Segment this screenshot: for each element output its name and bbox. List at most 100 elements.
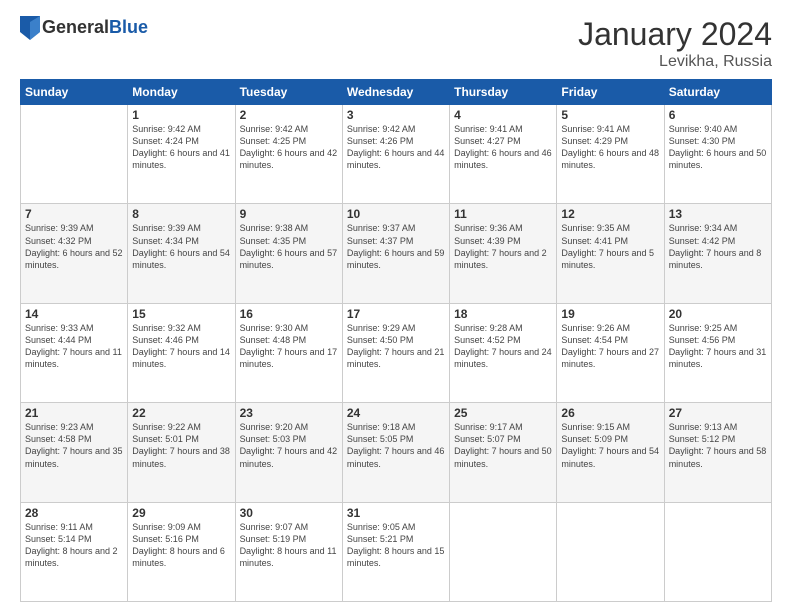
day-number: 18: [454, 307, 552, 321]
day-info: Sunrise: 9:39 AM Sunset: 4:32 PM Dayligh…: [25, 222, 123, 271]
day-info: Sunrise: 9:20 AM Sunset: 5:03 PM Dayligh…: [240, 421, 338, 470]
day-info: Sunrise: 9:13 AM Sunset: 5:12 PM Dayligh…: [669, 421, 767, 470]
col-wednesday: Wednesday: [342, 80, 449, 105]
day-number: 21: [25, 406, 123, 420]
month-title: January 2024: [578, 16, 772, 53]
calendar-cell: 9Sunrise: 9:38 AM Sunset: 4:35 PM Daylig…: [235, 204, 342, 303]
calendar-cell: [557, 502, 664, 601]
day-number: 2: [240, 108, 338, 122]
day-info: Sunrise: 9:05 AM Sunset: 5:21 PM Dayligh…: [347, 521, 445, 570]
day-info: Sunrise: 9:22 AM Sunset: 5:01 PM Dayligh…: [132, 421, 230, 470]
calendar-cell: 28Sunrise: 9:11 AM Sunset: 5:14 PM Dayli…: [21, 502, 128, 601]
calendar-cell: 24Sunrise: 9:18 AM Sunset: 5:05 PM Dayli…: [342, 403, 449, 502]
title-block: January 2024 Levikha, Russia: [578, 16, 772, 71]
calendar-cell: 12Sunrise: 9:35 AM Sunset: 4:41 PM Dayli…: [557, 204, 664, 303]
calendar-cell: 4Sunrise: 9:41 AM Sunset: 4:27 PM Daylig…: [450, 105, 557, 204]
day-info: Sunrise: 9:25 AM Sunset: 4:56 PM Dayligh…: [669, 322, 767, 371]
calendar-cell: 6Sunrise: 9:40 AM Sunset: 4:30 PM Daylig…: [664, 105, 771, 204]
calendar-week-1: 1Sunrise: 9:42 AM Sunset: 4:24 PM Daylig…: [21, 105, 772, 204]
day-info: Sunrise: 9:35 AM Sunset: 4:41 PM Dayligh…: [561, 222, 659, 271]
col-thursday: Thursday: [450, 80, 557, 105]
col-tuesday: Tuesday: [235, 80, 342, 105]
calendar-cell: 11Sunrise: 9:36 AM Sunset: 4:39 PM Dayli…: [450, 204, 557, 303]
calendar-cell: 16Sunrise: 9:30 AM Sunset: 4:48 PM Dayli…: [235, 303, 342, 402]
day-info: Sunrise: 9:18 AM Sunset: 5:05 PM Dayligh…: [347, 421, 445, 470]
day-info: Sunrise: 9:41 AM Sunset: 4:29 PM Dayligh…: [561, 123, 659, 172]
day-info: Sunrise: 9:42 AM Sunset: 4:26 PM Dayligh…: [347, 123, 445, 172]
calendar-cell: [664, 502, 771, 601]
day-number: 10: [347, 207, 445, 221]
day-number: 9: [240, 207, 338, 221]
day-info: Sunrise: 9:38 AM Sunset: 4:35 PM Dayligh…: [240, 222, 338, 271]
calendar-cell: 20Sunrise: 9:25 AM Sunset: 4:56 PM Dayli…: [664, 303, 771, 402]
day-number: 23: [240, 406, 338, 420]
day-number: 22: [132, 406, 230, 420]
calendar-cell: 31Sunrise: 9:05 AM Sunset: 5:21 PM Dayli…: [342, 502, 449, 601]
calendar-cell: 19Sunrise: 9:26 AM Sunset: 4:54 PM Dayli…: [557, 303, 664, 402]
day-number: 25: [454, 406, 552, 420]
day-number: 8: [132, 207, 230, 221]
col-monday: Monday: [128, 80, 235, 105]
calendar-cell: 2Sunrise: 9:42 AM Sunset: 4:25 PM Daylig…: [235, 105, 342, 204]
day-number: 31: [347, 506, 445, 520]
header-row: Sunday Monday Tuesday Wednesday Thursday…: [21, 80, 772, 105]
logo-blue-text: Blue: [109, 17, 148, 37]
day-info: Sunrise: 9:34 AM Sunset: 4:42 PM Dayligh…: [669, 222, 767, 271]
day-info: Sunrise: 9:33 AM Sunset: 4:44 PM Dayligh…: [25, 322, 123, 371]
day-number: 4: [454, 108, 552, 122]
day-info: Sunrise: 9:40 AM Sunset: 4:30 PM Dayligh…: [669, 123, 767, 172]
calendar-cell: 10Sunrise: 9:37 AM Sunset: 4:37 PM Dayli…: [342, 204, 449, 303]
day-number: 6: [669, 108, 767, 122]
day-number: 11: [454, 207, 552, 221]
day-number: 19: [561, 307, 659, 321]
day-info: Sunrise: 9:11 AM Sunset: 5:14 PM Dayligh…: [25, 521, 123, 570]
day-number: 13: [669, 207, 767, 221]
day-info: Sunrise: 9:39 AM Sunset: 4:34 PM Dayligh…: [132, 222, 230, 271]
day-number: 14: [25, 307, 123, 321]
calendar-cell: 5Sunrise: 9:41 AM Sunset: 4:29 PM Daylig…: [557, 105, 664, 204]
calendar-cell: [450, 502, 557, 601]
calendar-week-4: 21Sunrise: 9:23 AM Sunset: 4:58 PM Dayli…: [21, 403, 772, 502]
calendar-cell: 8Sunrise: 9:39 AM Sunset: 4:34 PM Daylig…: [128, 204, 235, 303]
day-info: Sunrise: 9:09 AM Sunset: 5:16 PM Dayligh…: [132, 521, 230, 570]
calendar-cell: 26Sunrise: 9:15 AM Sunset: 5:09 PM Dayli…: [557, 403, 664, 502]
calendar-cell: [21, 105, 128, 204]
calendar-cell: 17Sunrise: 9:29 AM Sunset: 4:50 PM Dayli…: [342, 303, 449, 402]
day-info: Sunrise: 9:42 AM Sunset: 4:25 PM Dayligh…: [240, 123, 338, 172]
day-info: Sunrise: 9:30 AM Sunset: 4:48 PM Dayligh…: [240, 322, 338, 371]
day-number: 3: [347, 108, 445, 122]
day-number: 1: [132, 108, 230, 122]
calendar-cell: 1Sunrise: 9:42 AM Sunset: 4:24 PM Daylig…: [128, 105, 235, 204]
day-info: Sunrise: 9:37 AM Sunset: 4:37 PM Dayligh…: [347, 222, 445, 271]
calendar-cell: 23Sunrise: 9:20 AM Sunset: 5:03 PM Dayli…: [235, 403, 342, 502]
day-info: Sunrise: 9:29 AM Sunset: 4:50 PM Dayligh…: [347, 322, 445, 371]
day-number: 29: [132, 506, 230, 520]
day-number: 16: [240, 307, 338, 321]
day-number: 12: [561, 207, 659, 221]
col-friday: Friday: [557, 80, 664, 105]
calendar-cell: 27Sunrise: 9:13 AM Sunset: 5:12 PM Dayli…: [664, 403, 771, 502]
day-info: Sunrise: 9:26 AM Sunset: 4:54 PM Dayligh…: [561, 322, 659, 371]
day-number: 30: [240, 506, 338, 520]
calendar-cell: 29Sunrise: 9:09 AM Sunset: 5:16 PM Dayli…: [128, 502, 235, 601]
calendar-cell: 14Sunrise: 9:33 AM Sunset: 4:44 PM Dayli…: [21, 303, 128, 402]
day-number: 15: [132, 307, 230, 321]
calendar-cell: 7Sunrise: 9:39 AM Sunset: 4:32 PM Daylig…: [21, 204, 128, 303]
calendar-cell: 25Sunrise: 9:17 AM Sunset: 5:07 PM Dayli…: [450, 403, 557, 502]
calendar-week-5: 28Sunrise: 9:11 AM Sunset: 5:14 PM Dayli…: [21, 502, 772, 601]
calendar-cell: 22Sunrise: 9:22 AM Sunset: 5:01 PM Dayli…: [128, 403, 235, 502]
day-info: Sunrise: 9:23 AM Sunset: 4:58 PM Dayligh…: [25, 421, 123, 470]
day-info: Sunrise: 9:15 AM Sunset: 5:09 PM Dayligh…: [561, 421, 659, 470]
day-info: Sunrise: 9:28 AM Sunset: 4:52 PM Dayligh…: [454, 322, 552, 371]
day-number: 17: [347, 307, 445, 321]
calendar-cell: 13Sunrise: 9:34 AM Sunset: 4:42 PM Dayli…: [664, 204, 771, 303]
day-number: 5: [561, 108, 659, 122]
calendar-cell: 3Sunrise: 9:42 AM Sunset: 4:26 PM Daylig…: [342, 105, 449, 204]
day-number: 20: [669, 307, 767, 321]
page: GeneralBlue January 2024 Levikha, Russia…: [0, 0, 792, 612]
day-number: 28: [25, 506, 123, 520]
calendar-cell: 15Sunrise: 9:32 AM Sunset: 4:46 PM Dayli…: [128, 303, 235, 402]
day-info: Sunrise: 9:17 AM Sunset: 5:07 PM Dayligh…: [454, 421, 552, 470]
day-number: 7: [25, 207, 123, 221]
day-number: 26: [561, 406, 659, 420]
